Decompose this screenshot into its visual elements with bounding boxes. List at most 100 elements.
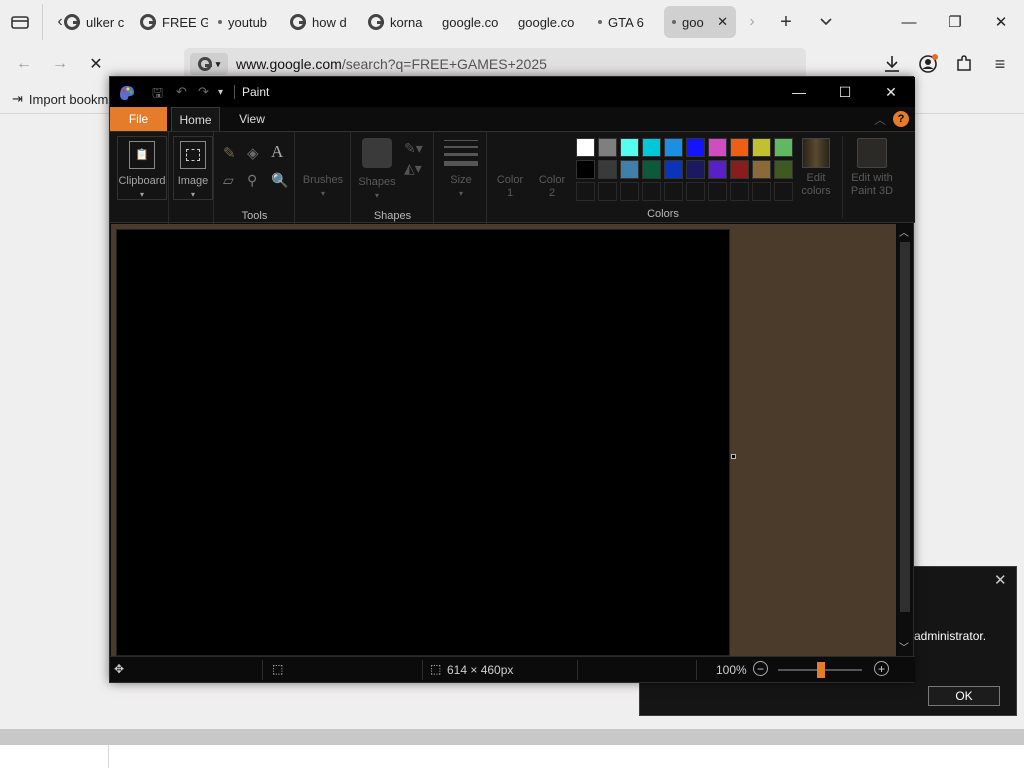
color-swatch[interactable] — [730, 138, 749, 157]
color1-button[interactable]: Color 1 — [490, 174, 530, 200]
close-tab-icon[interactable]: ✕ — [717, 14, 728, 30]
scroll-up-icon[interactable]: ︿ — [899, 224, 909, 239]
edit-with-paint3d-button[interactable]: Edit with Paint 3D — [844, 138, 900, 198]
color-swatch[interactable] — [664, 138, 683, 157]
browser-tab[interactable]: korna — [360, 6, 430, 38]
import-bookmarks-button[interactable]: ⇥ Import bookm — [12, 91, 108, 107]
browser-close-icon[interactable]: ✕ — [978, 0, 1024, 44]
fill-shape-icon[interactable]: ◭▾ — [404, 160, 422, 177]
browser-restore-icon[interactable]: ❐ — [932, 0, 978, 44]
scroll-thumb[interactable] — [900, 242, 910, 612]
color-swatch[interactable] — [708, 160, 727, 179]
color-swatch[interactable] — [598, 138, 617, 157]
browser-tab[interactable]: FREE G — [132, 6, 208, 38]
zoom-slider-thumb[interactable] — [817, 662, 825, 678]
tab-view[interactable]: View — [228, 107, 276, 131]
canvas-resize-handle[interactable] — [731, 454, 736, 459]
color-swatch[interactable] — [686, 182, 705, 201]
color-swatch[interactable] — [642, 138, 661, 157]
color-swatch[interactable] — [774, 138, 793, 157]
color-swatch[interactable] — [598, 182, 617, 201]
browser-tab[interactable]: google.co — [510, 6, 584, 38]
color-swatch[interactable] — [752, 138, 771, 157]
magnifier-icon[interactable]: 🔍 — [271, 172, 288, 189]
new-tab-icon[interactable]: + — [774, 10, 798, 34]
browser-minimize-icon[interactable]: — — [886, 0, 932, 44]
color-swatch[interactable] — [686, 138, 705, 157]
browser-tab[interactable]: goo ✕ — [664, 6, 736, 38]
scroll-down-icon[interactable]: ﹀ — [899, 639, 909, 654]
paint-close-icon[interactable]: ✕ — [868, 77, 914, 107]
color-swatch[interactable] — [664, 160, 683, 179]
fill-icon[interactable]: ◈ — [247, 144, 259, 162]
color-swatch[interactable] — [576, 182, 595, 201]
browser-tab[interactable]: ulker c — [56, 6, 134, 38]
redo-icon[interactable]: ↷ — [198, 84, 209, 100]
tab-file[interactable]: File — [110, 107, 167, 131]
dialog-ok-button[interactable]: OK — [928, 686, 1000, 706]
save-icon[interactable]: 🖫 — [152, 84, 163, 106]
text-icon[interactable]: A — [271, 142, 283, 162]
color-swatch[interactable] — [620, 160, 639, 179]
site-info-icon[interactable]: ▾ — [190, 53, 228, 75]
brushes-button[interactable]: Brushes ▾ — [298, 174, 348, 200]
paint-maximize-icon[interactable]: ☐ — [822, 77, 868, 107]
color-picker-icon[interactable]: ⚲ — [247, 172, 257, 189]
extensions-icon[interactable] — [952, 52, 976, 76]
color-swatch[interactable] — [664, 182, 683, 201]
zoom-out-icon[interactable]: − — [753, 661, 768, 676]
color-swatch[interactable] — [576, 138, 595, 157]
browser-tab[interactable]: youtub — [210, 6, 278, 38]
clipboard-button[interactable]: 📋 Clipboard ▾ — [117, 136, 167, 200]
edit-colors-button[interactable]: Edit colors — [796, 138, 836, 198]
eraser-icon[interactable]: ▱ — [223, 172, 234, 189]
paint-minimize-icon[interactable]: — — [776, 77, 822, 107]
browser-tab[interactable]: how d — [282, 6, 356, 38]
color-swatch[interactable] — [620, 138, 639, 157]
tab-dropdown-icon[interactable] — [814, 10, 838, 34]
vertical-scrollbar[interactable]: ︿ ﹀ — [897, 224, 913, 656]
zoom-in-icon[interactable]: + — [874, 661, 889, 676]
color-swatch[interactable] — [642, 160, 661, 179]
tab-home[interactable]: Home — [171, 107, 220, 131]
back-icon[interactable]: ← — [12, 52, 36, 76]
image-button[interactable]: Image ▾ — [173, 136, 213, 200]
color-swatch[interactable] — [708, 138, 727, 157]
outline-icon[interactable]: ✎▾ — [404, 140, 423, 157]
color-swatch[interactable] — [774, 160, 793, 179]
drawing-canvas[interactable] — [116, 229, 730, 656]
stop-loading-icon[interactable]: ✕ — [84, 52, 108, 76]
dialog-close-icon[interactable]: ✕ — [994, 571, 1007, 589]
color-swatch[interactable] — [774, 182, 793, 201]
cursor-position-icon: ✥ — [114, 662, 125, 676]
zoom-slider[interactable] — [778, 662, 862, 678]
tab-list-icon[interactable] — [8, 10, 32, 34]
color-swatch[interactable] — [752, 160, 771, 179]
menu-icon[interactable]: ≡ — [988, 52, 1012, 76]
undo-icon[interactable]: ↶ — [176, 84, 187, 100]
browser-tab[interactable]: GTA 6 — [590, 6, 656, 38]
browser-tab[interactable]: google.co — [434, 6, 508, 38]
collapse-ribbon-icon[interactable]: ︿ — [874, 111, 886, 128]
color-swatch[interactable] — [642, 182, 661, 201]
downloads-icon[interactable] — [880, 52, 904, 76]
color-swatch[interactable] — [708, 182, 727, 201]
size-group: Size ▾ — [435, 132, 487, 224]
quick-access-dropdown-icon[interactable]: ▾ — [218, 87, 223, 98]
color2-button[interactable]: Color 2 — [532, 174, 572, 200]
color-swatch[interactable] — [620, 182, 639, 201]
size-button[interactable]: Size ▾ — [437, 140, 485, 200]
scroll-tabs-right-icon[interactable]: › — [742, 10, 762, 34]
color-swatch[interactable] — [752, 182, 771, 201]
pencil-icon[interactable]: ✎ — [223, 144, 236, 162]
help-icon[interactable]: ? — [893, 111, 909, 127]
shapes-button[interactable]: Shapes ▾ — [354, 138, 400, 202]
color-swatch[interactable] — [730, 182, 749, 201]
color-swatch[interactable] — [598, 160, 617, 179]
paint3d-label: Edit with — [851, 172, 893, 184]
account-icon[interactable] — [916, 52, 940, 76]
color-swatch[interactable] — [730, 160, 749, 179]
forward-icon[interactable]: → — [48, 52, 72, 76]
color-swatch[interactable] — [686, 160, 705, 179]
color-swatch[interactable] — [576, 160, 595, 179]
